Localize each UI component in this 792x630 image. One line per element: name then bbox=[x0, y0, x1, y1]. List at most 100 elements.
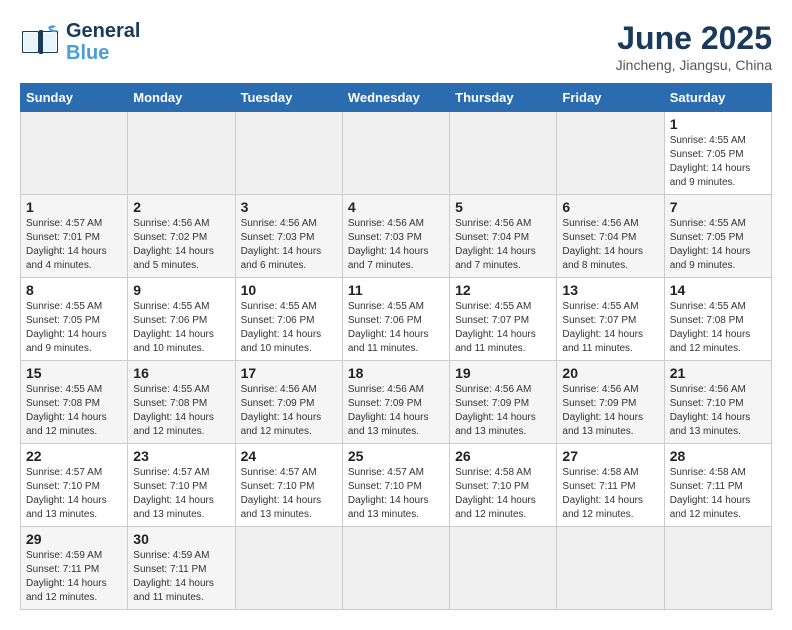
day-info: Sunrise: 4:56 AMSunset: 7:02 PMDaylight:… bbox=[133, 217, 229, 273]
day-info: Sunrise: 4:56 AMSunset: 7:04 PMDaylight:… bbox=[562, 217, 658, 273]
calendar-cell: 7 Sunrise: 4:55 AMSunset: 7:05 PMDaylight… bbox=[664, 195, 771, 278]
calendar-cell: 6Sunrise: 4:56 AMSunset: 7:04 PMDaylight… bbox=[557, 195, 664, 278]
calendar-cell: 22Sunrise: 4:57 AMSunset: 7:10 PMDayligh… bbox=[21, 444, 128, 527]
calendar-cell bbox=[664, 527, 771, 610]
day-number: 11 bbox=[348, 282, 444, 298]
day-number: 14 bbox=[670, 282, 766, 298]
day-number: 23 bbox=[133, 448, 229, 464]
col-header-wednesday: Wednesday bbox=[342, 84, 449, 112]
col-header-monday: Monday bbox=[128, 84, 235, 112]
calendar-cell: 1 Sunrise: 4:55 AMSunset: 7:05 PMDaylight… bbox=[664, 112, 771, 195]
calendar-cell: 17 Sunrise: 4:56 AMSunset: 7:09 PMDayligh… bbox=[235, 361, 342, 444]
calendar-cell bbox=[557, 527, 664, 610]
calendar-cell: 15Sunrise: 4:55 AMSunset: 7:08 PMDayligh… bbox=[21, 361, 128, 444]
calendar-cell: 21 Sunrise: 4:56 AMSunset: 7:10 PMDayligh… bbox=[664, 361, 771, 444]
day-info: Sunrise: 4:55 AMSunset: 7:06 PMDaylight:… bbox=[241, 300, 337, 356]
day-number: 4 bbox=[348, 199, 444, 215]
calendar-cell bbox=[21, 112, 128, 195]
day-number: 15 bbox=[26, 365, 122, 381]
calendar-cell: 27 Sunrise: 4:58 AMSunset: 7:11 PMDayligh… bbox=[557, 444, 664, 527]
day-info: Sunrise: 4:56 AMSunset: 7:09 PMDaylight:… bbox=[562, 383, 658, 439]
day-number: 25 bbox=[348, 448, 444, 464]
calendar-cell: 20 Sunrise: 4:56 AMSunset: 7:09 PMDayligh… bbox=[557, 361, 664, 444]
day-info: Sunrise: 4:59 AMSunset: 7:11 PMDaylight:… bbox=[133, 549, 229, 605]
day-info: Sunrise: 4:57 AMSunset: 7:01 PMDaylight:… bbox=[26, 217, 122, 273]
calendar-cell: 4 Sunrise: 4:56 AMSunset: 7:03 PMDaylight… bbox=[342, 195, 449, 278]
day-info: Sunrise: 4:59 AMSunset: 7:11 PMDaylight:… bbox=[26, 549, 122, 605]
day-info: Sunrise: 4:58 AMSunset: 7:11 PMDaylight:… bbox=[670, 466, 766, 522]
day-info: Sunrise: 4:55 AMSunset: 7:05 PMDaylight:… bbox=[670, 134, 766, 190]
day-info: Sunrise: 4:56 AMSunset: 7:10 PMDaylight:… bbox=[670, 383, 766, 439]
calendar-cell: 9 Sunrise: 4:55 AMSunset: 7:06 PMDaylight… bbox=[128, 278, 235, 361]
day-info: Sunrise: 4:55 AMSunset: 7:08 PMDaylight:… bbox=[133, 383, 229, 439]
calendar-cell: 11 Sunrise: 4:55 AMSunset: 7:06 PMDayligh… bbox=[342, 278, 449, 361]
calendar-cell: 18Sunrise: 4:56 AMSunset: 7:09 PMDayligh… bbox=[342, 361, 449, 444]
day-number: 9 bbox=[133, 282, 229, 298]
calendar-cell: 8Sunrise: 4:55 AMSunset: 7:05 PMDaylight… bbox=[21, 278, 128, 361]
col-header-tuesday: Tuesday bbox=[235, 84, 342, 112]
day-info: Sunrise: 4:55 AMSunset: 7:07 PMDaylight:… bbox=[562, 300, 658, 356]
day-info: Sunrise: 4:57 AMSunset: 7:10 PMDaylight:… bbox=[241, 466, 337, 522]
calendar-cell bbox=[450, 112, 557, 195]
location-subtitle: Jincheng, Jiangsu, China bbox=[616, 57, 772, 73]
logo-icon bbox=[20, 23, 62, 61]
col-header-saturday: Saturday bbox=[664, 84, 771, 112]
day-number: 27 bbox=[562, 448, 658, 464]
title-block: June 2025 Jincheng, Jiangsu, China bbox=[616, 20, 772, 73]
day-info: Sunrise: 4:55 AMSunset: 7:05 PMDaylight:… bbox=[670, 217, 766, 273]
col-header-thursday: Thursday bbox=[450, 84, 557, 112]
calendar-cell bbox=[450, 527, 557, 610]
calendar-cell: 23Sunrise: 4:57 AMSunset: 7:10 PMDayligh… bbox=[128, 444, 235, 527]
calendar-cell bbox=[342, 527, 449, 610]
calendar-cell: 5 Sunrise: 4:56 AMSunset: 7:04 PMDaylight… bbox=[450, 195, 557, 278]
day-number: 16 bbox=[133, 365, 229, 381]
col-header-friday: Friday bbox=[557, 84, 664, 112]
day-number: 26 bbox=[455, 448, 551, 464]
day-number: 5 bbox=[455, 199, 551, 215]
day-info: Sunrise: 4:55 AMSunset: 7:07 PMDaylight:… bbox=[455, 300, 551, 356]
day-info: Sunrise: 4:56 AMSunset: 7:09 PMDaylight:… bbox=[241, 383, 337, 439]
day-number: 1 bbox=[670, 116, 766, 132]
calendar-cell: 12 Sunrise: 4:55 AMSunset: 7:07 PMDayligh… bbox=[450, 278, 557, 361]
calendar-cell: 30Sunrise: 4:59 AMSunset: 7:11 PMDayligh… bbox=[128, 527, 235, 610]
month-year-title: June 2025 bbox=[616, 20, 772, 57]
calendar-cell: 16 Sunrise: 4:55 AMSunset: 7:08 PMDayligh… bbox=[128, 361, 235, 444]
calendar-cell: 29Sunrise: 4:59 AMSunset: 7:11 PMDayligh… bbox=[21, 527, 128, 610]
day-number: 8 bbox=[26, 282, 122, 298]
calendar-cell: 1 Sunrise: 4:57 AMSunset: 7:01 PMDaylight… bbox=[21, 195, 128, 278]
page-header: General Blue June 2025 Jincheng, Jiangsu… bbox=[20, 20, 772, 73]
calendar-cell bbox=[342, 112, 449, 195]
calendar-cell: 19 Sunrise: 4:56 AMSunset: 7:09 PMDayligh… bbox=[450, 361, 557, 444]
day-info: Sunrise: 4:56 AMSunset: 7:09 PMDaylight:… bbox=[455, 383, 551, 439]
day-number: 19 bbox=[455, 365, 551, 381]
day-number: 10 bbox=[241, 282, 337, 298]
day-number: 20 bbox=[562, 365, 658, 381]
calendar-cell bbox=[235, 112, 342, 195]
day-info: Sunrise: 4:56 AMSunset: 7:03 PMDaylight:… bbox=[241, 217, 337, 273]
day-number: 1 bbox=[26, 199, 122, 215]
calendar-cell: 28Sunrise: 4:58 AMSunset: 7:11 PMDayligh… bbox=[664, 444, 771, 527]
day-number: 17 bbox=[241, 365, 337, 381]
day-info: Sunrise: 4:58 AMSunset: 7:10 PMDaylight:… bbox=[455, 466, 551, 522]
day-info: Sunrise: 4:56 AMSunset: 7:09 PMDaylight:… bbox=[348, 383, 444, 439]
calendar-cell bbox=[128, 112, 235, 195]
calendar-cell: 3 Sunrise: 4:56 AMSunset: 7:03 PMDaylight… bbox=[235, 195, 342, 278]
day-info: Sunrise: 4:56 AMSunset: 7:04 PMDaylight:… bbox=[455, 217, 551, 273]
day-info: Sunrise: 4:55 AMSunset: 7:06 PMDaylight:… bbox=[133, 300, 229, 356]
day-number: 21 bbox=[670, 365, 766, 381]
col-header-sunday: Sunday bbox=[21, 84, 128, 112]
calendar-cell: 2Sunrise: 4:56 AMSunset: 7:02 PMDaylight… bbox=[128, 195, 235, 278]
day-number: 7 bbox=[670, 199, 766, 215]
calendar-cell: 10 Sunrise: 4:55 AMSunset: 7:06 PMDayligh… bbox=[235, 278, 342, 361]
day-info: Sunrise: 4:58 AMSunset: 7:11 PMDaylight:… bbox=[562, 466, 658, 522]
calendar-cell: 24Sunrise: 4:57 AMSunset: 7:10 PMDayligh… bbox=[235, 444, 342, 527]
day-info: Sunrise: 4:57 AMSunset: 7:10 PMDaylight:… bbox=[348, 466, 444, 522]
calendar-cell: 14 Sunrise: 4:55 AMSunset: 7:08 PMDayligh… bbox=[664, 278, 771, 361]
day-info: Sunrise: 4:55 AMSunset: 7:08 PMDaylight:… bbox=[670, 300, 766, 356]
calendar-cell: 13Sunrise: 4:55 AMSunset: 7:07 PMDayligh… bbox=[557, 278, 664, 361]
day-info: Sunrise: 4:55 AMSunset: 7:06 PMDaylight:… bbox=[348, 300, 444, 356]
day-info: Sunrise: 4:56 AMSunset: 7:03 PMDaylight:… bbox=[348, 217, 444, 273]
day-number: 3 bbox=[241, 199, 337, 215]
day-number: 12 bbox=[455, 282, 551, 298]
logo-text: General Blue bbox=[66, 20, 140, 64]
